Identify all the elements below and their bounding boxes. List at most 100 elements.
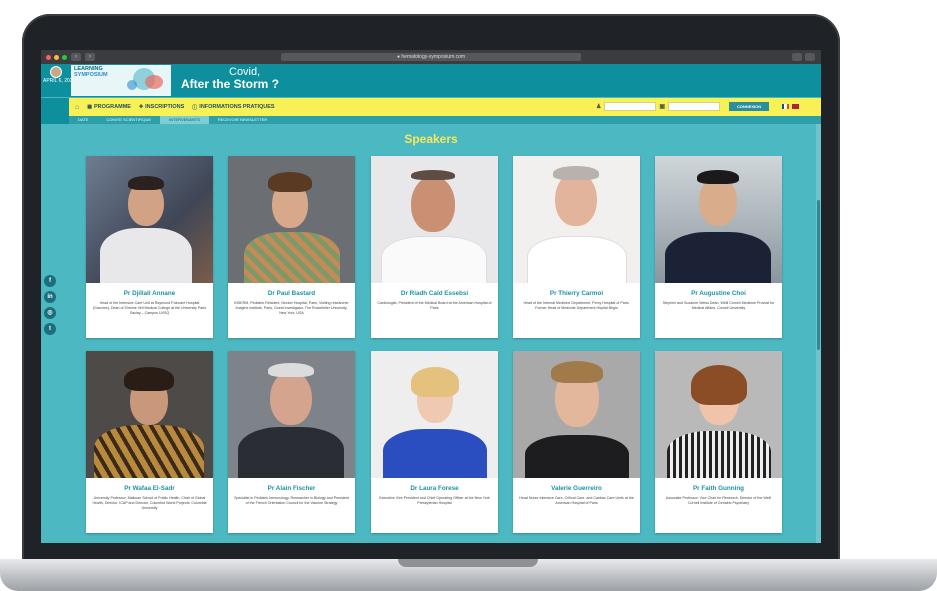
speaker-card[interactable]: Dr Paul Bastard INSERM, Pediatric Reside… [228, 156, 355, 338]
facebook-icon[interactable]: f [44, 275, 56, 287]
nav-item-informations[interactable]: ⓘ INFORMATIONS PRATIQUES [192, 104, 274, 111]
speaker-bio: Specialist in Pediatric Immunology, Rese… [234, 496, 349, 505]
photo-hair [128, 176, 164, 190]
photo-body [381, 236, 487, 283]
close-window-icon[interactable] [46, 54, 51, 60]
speaker-photo [655, 351, 782, 478]
nav-item-programme[interactable]: ▦ PROGRAMME [87, 104, 131, 110]
photo-hair [697, 170, 739, 184]
scrollbar-thumb[interactable] [817, 200, 820, 350]
language-switcher [782, 104, 800, 109]
event-date: APRIL 6, 2021 [43, 78, 76, 84]
speaker-photo [86, 156, 213, 283]
speaker-photo [513, 156, 640, 283]
tab-intervenants[interactable]: INTERVENANTS [160, 116, 209, 124]
tab-newsletter[interactable]: RECEVOIR NEWSLETTER [209, 116, 276, 124]
logo-graphic-dot [127, 80, 137, 90]
zoom-window-icon[interactable] [62, 54, 67, 60]
speaker-card[interactable]: Pr Djillali Annane Head of the Intensive… [86, 156, 213, 338]
event-title: Covid, After the Storm ? [181, 66, 279, 90]
page-title: Speakers [404, 132, 458, 146]
home-icon[interactable]: ⌂ [75, 104, 79, 111]
header-left-strip [41, 98, 69, 124]
speaker-card[interactable]: Pr Faith Gunning Associate Professor, Vi… [655, 351, 782, 533]
sub-nav: DATE COMITE SCIENTIFIQUE INTERVENANTS RE… [69, 116, 821, 124]
laptop-mockup: ‹ › ● hematology-symposium.com APRIL 6, … [0, 0, 937, 591]
calendar-icon: ▦ [87, 104, 92, 110]
laptop-screen: ‹ › ● hematology-symposium.com APRIL 6, … [41, 50, 821, 543]
lock-icon: ▣ [659, 104, 666, 110]
speaker-name: Dr Laura Forese [410, 485, 459, 492]
photo-head [411, 176, 455, 232]
photo-body [667, 431, 771, 478]
speaker-name: Dr Riadh Caïd Essebsi [400, 290, 469, 297]
speaker-bio: Head of the Internal Medicine Department… [523, 301, 630, 310]
plus-icon: ✚ [138, 104, 144, 110]
tab-date[interactable]: DATE [69, 116, 97, 124]
photo-body [238, 427, 344, 478]
browser-toolbar: ‹ › ● hematology-symposium.com [41, 50, 821, 64]
speaker-name: Valerie Guerreiro [551, 485, 602, 492]
back-button[interactable]: ‹ [71, 53, 81, 61]
photo-hair [551, 361, 603, 383]
speaker-photo [513, 351, 640, 478]
speaker-photo [228, 156, 355, 283]
photo-body [94, 425, 204, 478]
photo-head [555, 172, 597, 226]
speaker-card[interactable]: Pr Wafaa El-Sadr University Professor, M… [86, 351, 213, 533]
user-icon: ♟ [596, 104, 602, 110]
speaker-bio: Head Nurse Intensive Care, Critical Care… [519, 496, 634, 505]
speaker-card[interactable]: Pr Thierry Carmoi Head of the Internal M… [513, 156, 640, 338]
nav-item-inscriptions[interactable]: ✚ INSCRIPTIONS [139, 104, 184, 110]
photo-hair [268, 363, 314, 377]
nav-item-label: INFORMATIONS PRATIQUES [199, 104, 275, 110]
username-field[interactable] [604, 102, 657, 111]
nav-item-label: PROGRAMME [93, 104, 131, 110]
speaker-name: Pr Djillali Annane [123, 290, 176, 297]
connect-button[interactable]: CONNEXION [729, 102, 770, 111]
speaker-card[interactable]: Valerie Guerreiro Head Nurse Intensive C… [513, 351, 640, 533]
login-form: ♟ ▣ CONNEXION [596, 102, 800, 111]
linkedin-icon[interactable]: in [44, 291, 56, 303]
photo-hair [691, 365, 747, 405]
speaker-photo [371, 156, 498, 283]
tabs-icon[interactable] [805, 53, 815, 61]
english-flag-icon[interactable] [792, 104, 800, 109]
photo-head [270, 371, 312, 425]
speaker-photo [371, 351, 498, 478]
speaker-card[interactable]: Dr Riadh Caïd Essebsi Cardiologist, Pres… [371, 156, 498, 338]
date-widget: APRIL 6, 2021 [43, 65, 76, 96]
speaker-photo [655, 156, 782, 283]
instagram-icon[interactable]: ◎ [44, 307, 56, 319]
forward-button[interactable]: › [85, 53, 95, 61]
nav-item-label: INSCRIPTIONS [145, 104, 185, 110]
speaker-bio: Associate Professor, Vice Chair for Rese… [665, 496, 772, 505]
share-icon[interactable] [792, 53, 802, 61]
tab-comite[interactable]: COMITE SCIENTIFIQUE [97, 116, 160, 124]
speaker-bio: University Professor, Mailman School of … [92, 496, 207, 510]
logo-graphic-accent [145, 75, 163, 89]
photo-body [665, 232, 771, 283]
twitter-icon[interactable]: t [44, 323, 56, 335]
symposium-logo[interactable]: LEARNING SYMPOSIUM [71, 65, 171, 96]
laptop-notch [398, 559, 538, 567]
main-nav: ⌂ ▦ PROGRAMME ✚ INSCRIPTIONS ⓘ INFORMATI… [69, 98, 821, 116]
avatar [50, 66, 62, 78]
speaker-bio: INSERM, Pediatric Resident, Necker Hospi… [234, 301, 349, 315]
speaker-photo [228, 351, 355, 478]
speaker-card[interactable]: Dr Laura Forese Executive Vice President… [371, 351, 498, 533]
site-header: APRIL 6, 2021 LEARNING SYMPOSIUM Covid, … [41, 64, 821, 97]
french-flag-icon[interactable] [782, 104, 790, 109]
speaker-name: Pr Faith Gunning [692, 485, 745, 492]
photo-body [383, 429, 487, 478]
address-bar[interactable]: ● hematology-symposium.com [281, 53, 581, 61]
browser-actions [792, 53, 815, 61]
speaker-bio: Stephen and Suzanne Weiss Dean, Weill Co… [662, 301, 775, 310]
password-field[interactable] [668, 102, 721, 111]
speaker-card[interactable]: Pr Augustine Choi Stephen and Suzanne We… [655, 156, 782, 338]
speaker-name: Dr Paul Bastard [267, 290, 316, 297]
speaker-card[interactable]: Pr Alain Fischer Specialist in Pediatric… [228, 351, 355, 533]
speaker-name: Pr Thierry Carmoi [549, 290, 604, 297]
minimize-window-icon[interactable] [54, 54, 59, 60]
speaker-bio: Head of the Intensive Care Unit at Raymo… [92, 301, 207, 315]
